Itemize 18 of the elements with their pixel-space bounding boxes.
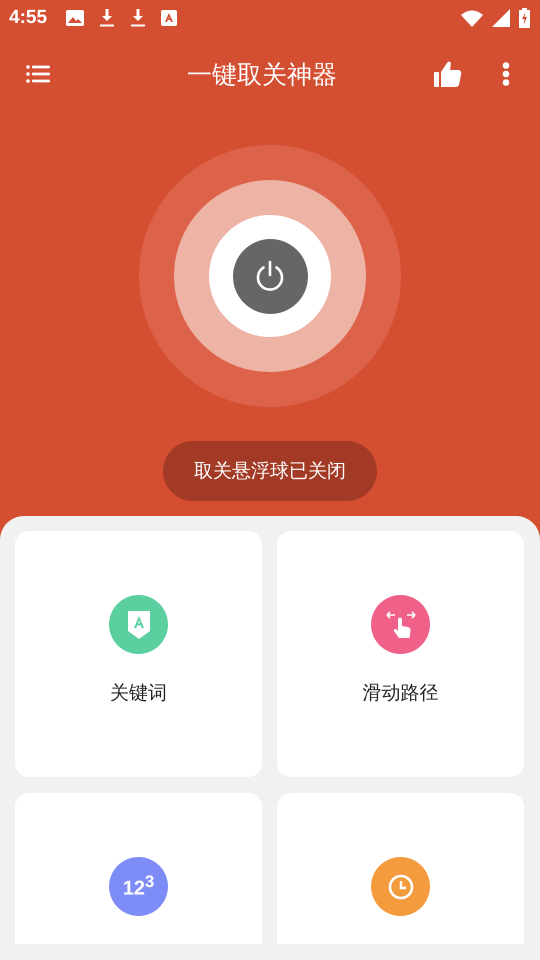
font-icon (161, 10, 178, 26)
feature-label: 滑动路径 (362, 681, 440, 706)
image-icon (66, 10, 84, 26)
more-icon[interactable] (502, 62, 510, 86)
download-icon (130, 9, 146, 27)
counter-label: 12$^{3}$ (122, 872, 154, 901)
download-icon (99, 9, 116, 27)
thumbs-up-icon[interactable] (434, 60, 462, 88)
battery-icon (519, 8, 530, 28)
menu-icon[interactable] (26, 64, 50, 84)
app-title: 一键取关神器 (186, 58, 338, 90)
status-time: 4:55 (9, 7, 48, 29)
signal-icon (492, 9, 510, 27)
wifi-icon (461, 10, 483, 26)
status-toast: 取关悬浮球已关闭 (163, 441, 377, 501)
feature-label: 关键词 (109, 681, 168, 706)
feature-card[interactable]: 关键词 (15, 531, 262, 777)
feature-card[interactable]: 滑动路径 (277, 531, 524, 777)
